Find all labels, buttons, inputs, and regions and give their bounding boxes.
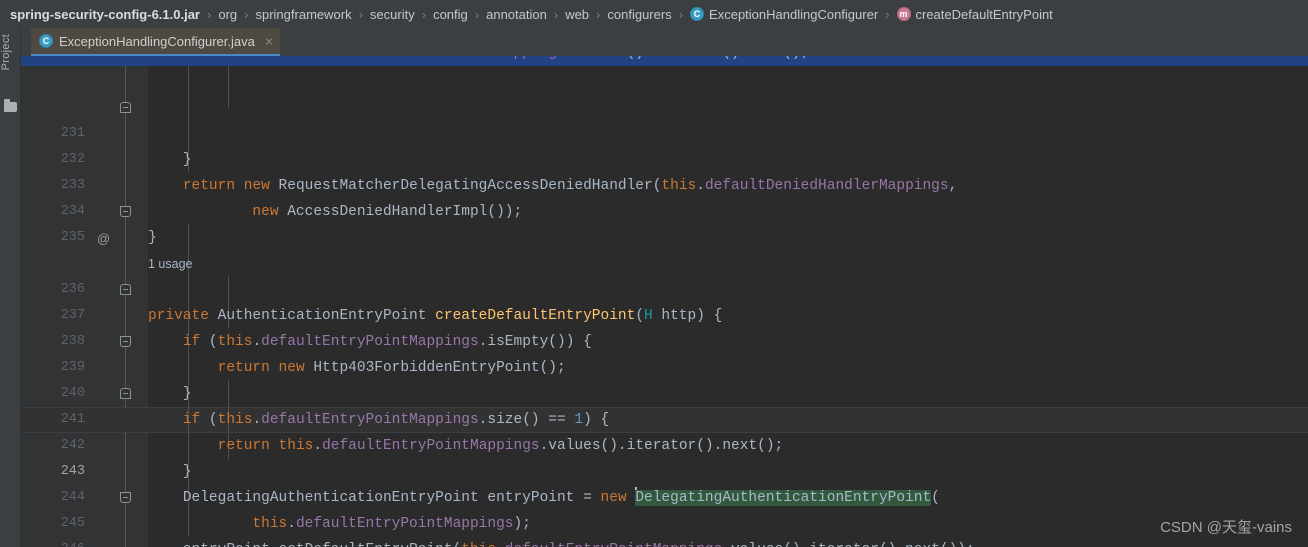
editor-line-231[interactable]: 231 } <box>21 95 1308 168</box>
left-tool-strip: Project <box>0 28 21 547</box>
breadcrumb-item-security[interactable]: security <box>370 7 415 22</box>
breadcrumb-label: ExceptionHandlingConfigurer <box>709 6 879 22</box>
breadcrumb-item-jar[interactable]: spring-security-config-6.1.0.jar <box>10 7 200 22</box>
editor-line-245[interactable]: 245 entryPoint.setDefaultEntryPoint(this… <box>21 485 1308 547</box>
partial-line-bottom: 248 <box>21 538 1308 547</box>
line-number: 248 <box>21 538 85 547</box>
editor-line-241[interactable]: 241 return this.defaultEntryPointMapping… <box>21 381 1308 454</box>
breadcrumb-label: springframework <box>255 6 352 22</box>
breadcrumb-item-annotation[interactable]: annotation <box>486 7 547 22</box>
watermark: CSDN @天玺-vains <box>1160 519 1292 536</box>
breadcrumb: spring-security-config-6.1.0.jar › org ›… <box>0 0 1308 28</box>
breadcrumb-separator: › <box>244 6 249 22</box>
editor-line-242[interactable]: 242 } <box>21 407 1308 480</box>
breadcrumb-separator: › <box>358 6 363 22</box>
editor-line-233[interactable]: 233 new AccessDeniedHandlerImpl()); <box>21 147 1308 220</box>
inlay-hint-row: 1 usage <box>21 225 1308 271</box>
editor-line-235[interactable]: 235 <box>21 199 1308 245</box>
editor-tab-exceptionhandlingconfigurer[interactable]: C ExceptionHandlingConfigurer.java × <box>31 28 281 56</box>
tool-window-button-project[interactable]: Project <box>0 34 21 70</box>
editor-line-234[interactable]: 234 } <box>21 173 1308 246</box>
close-icon[interactable]: × <box>261 34 273 48</box>
breadcrumb-label: config <box>433 6 468 22</box>
breadcrumb-item-method[interactable]: m createDefaultEntryPoint <box>896 6 1053 22</box>
breadcrumb-item-configurers[interactable]: configurers <box>607 7 671 22</box>
breadcrumb-separator: › <box>678 6 684 22</box>
breadcrumb-item-class[interactable]: C ExceptionHandlingConfigurer <box>690 7 878 22</box>
breadcrumb-item-config[interactable]: config <box>433 7 468 22</box>
code-line-230: return this.defaultDeniedHandlerMappings… <box>148 56 810 66</box>
breadcrumb-label: annotation <box>486 6 547 22</box>
editor-line-246[interactable]: 246 return entryPoint; <box>21 511 1308 547</box>
breadcrumb-label: security <box>369 6 415 22</box>
breadcrumb-label: web <box>565 6 590 22</box>
editor-line-232[interactable]: 232 return new RequestMatcherDelegatingA… <box>21 121 1308 194</box>
class-icon: C <box>39 34 53 48</box>
ide-window: spring-security-config-6.1.0.jar › org ›… <box>0 0 1308 547</box>
breadcrumb-label: createDefaultEntryPoint <box>915 6 1053 22</box>
breadcrumb-separator: › <box>474 6 480 22</box>
partial-line-top: 230 return this.defaultDeniedHandlerMapp… <box>21 56 1308 66</box>
editor-tab-label: ExceptionHandlingConfigurer.java <box>59 33 255 49</box>
folder-icon[interactable] <box>4 99 17 112</box>
breadcrumb-label: configurers <box>607 6 672 22</box>
breadcrumb-separator: › <box>421 6 427 22</box>
breadcrumb-item-springframework[interactable]: springframework <box>255 7 351 22</box>
breadcrumb-separator: › <box>596 6 601 22</box>
method-icon: m <box>896 7 911 21</box>
editor-line-243[interactable]: 243 DelegatingAuthenticationEntryPoint e… <box>21 433 1308 506</box>
breadcrumb-separator: › <box>553 6 559 22</box>
class-icon: C <box>690 7 705 21</box>
line-number: 230 <box>21 56 85 66</box>
editor-line-244[interactable]: 244 this.defaultEntryPointMappings); <box>21 459 1308 532</box>
breadcrumb-label: spring-security-config-6.1.0.jar <box>10 6 200 22</box>
editor-line-237[interactable]: 237 if (this.defaultEntryPointMappings.i… <box>21 277 1308 350</box>
code-editor[interactable]: @ 230 return this.defaultDeniedHandlerMa… <box>21 56 1308 547</box>
editor-line-240[interactable]: 240 if (this.defaultEntryPointMappings.s… <box>21 355 1308 428</box>
breadcrumb-label: org <box>218 6 238 22</box>
editor-tab-bar: C ExceptionHandlingConfigurer.java × <box>21 28 1308 56</box>
breadcrumb-separator: › <box>885 6 890 22</box>
breadcrumb-separator: › <box>207 6 212 22</box>
editor-line-236[interactable]: 236 private AuthenticationEntryPoint cre… <box>21 251 1308 324</box>
editor-line-239[interactable]: 239 } <box>21 329 1308 402</box>
editor-line-238[interactable]: 238 return new Http403ForbiddenEntryPoin… <box>21 303 1308 376</box>
breadcrumb-item-org[interactable]: org <box>218 7 237 22</box>
breadcrumb-item-web[interactable]: web <box>565 7 589 22</box>
